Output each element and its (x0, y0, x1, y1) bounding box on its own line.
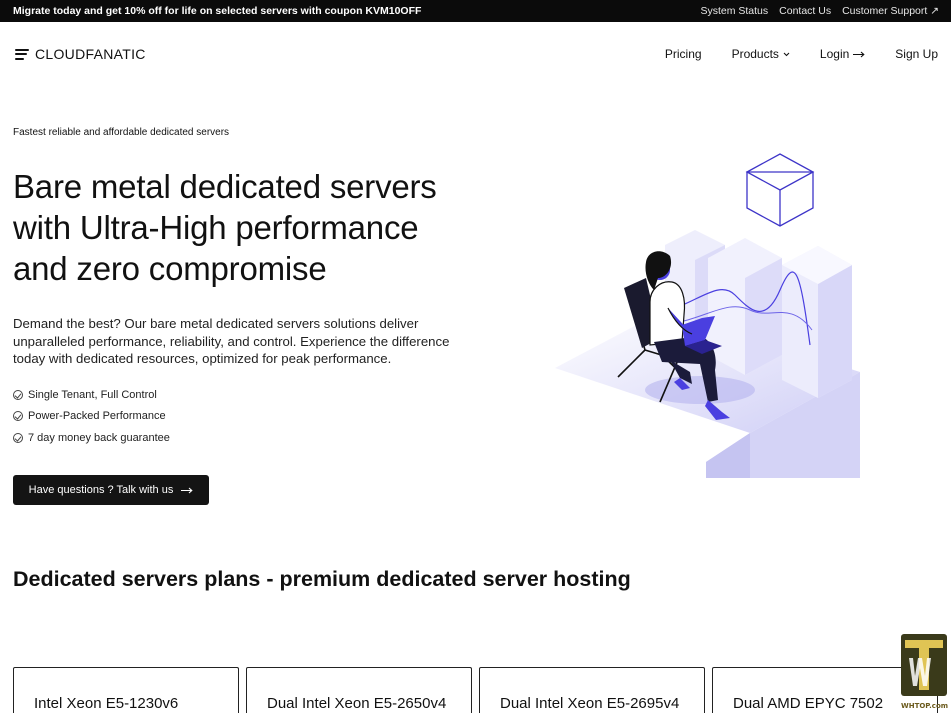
nav-menu: Pricing Products Login Sign Up (665, 47, 938, 61)
feature-label: 7 day money back guarantee (28, 431, 170, 444)
hero-description: Demand the best? Our bare metal dedicate… (13, 316, 450, 366)
plans-grid: Intel Xeon E5-1230v6 Dual Intel Xeon E5-… (13, 667, 938, 713)
check-circle-icon (13, 389, 23, 400)
feature-list: Single Tenant, Full Control Power-Packed… (13, 384, 170, 449)
plan-card[interactable]: Intel Xeon E5-1230v6 (13, 667, 239, 713)
watermark-text: WHTOP.com (901, 702, 949, 710)
nav-products-label: Products (731, 47, 779, 61)
nav-signup-label: Sign Up (895, 47, 938, 61)
promo-text: Migrate today and get 10% off for life o… (13, 5, 422, 17)
nav-pricing-label: Pricing (664, 47, 702, 61)
menu-lines-icon (15, 48, 29, 60)
plans-heading: Dedicated servers plans - premium dedica… (13, 567, 631, 591)
hero-title-line: with Ultra-High performance (13, 209, 419, 246)
system-status-link[interactable]: System Status (700, 5, 768, 17)
feature-label: Single Tenant, Full Control (28, 388, 157, 401)
main-nav: CLOUDFANATIC Pricing Products Login Sign… (0, 22, 951, 86)
plan-name: Dual Intel Xeon E5-2695v4 (500, 695, 680, 712)
nav-login-label: Login (819, 47, 850, 61)
nav-pricing[interactable]: Pricing (665, 47, 702, 61)
brand-logo[interactable]: CLOUDFANATIC (15, 46, 146, 62)
hero-illustration (555, 153, 860, 478)
feature-label: Power-Packed Performance (28, 410, 166, 423)
nav-login[interactable]: Login (820, 47, 865, 61)
nav-signup[interactable]: Sign Up (895, 47, 938, 61)
check-circle-icon (13, 411, 23, 422)
customer-support-link[interactable]: Customer Support ↗ (842, 5, 939, 17)
talk-with-us-button[interactable]: Have questions ? Talk with us (13, 475, 209, 505)
hero-title-line: Bare metal dedicated servers (13, 168, 437, 205)
hero-eyebrow: Fastest reliable and affordable dedicate… (13, 127, 230, 138)
plan-name: Dual Intel Xeon E5-2650v4 (267, 695, 447, 712)
feature-item: Power-Packed Performance (13, 406, 170, 428)
hero-title-line: and zero compromise (13, 250, 327, 287)
check-circle-icon (13, 432, 23, 443)
chevron-down-icon (783, 52, 790, 56)
plan-card[interactable]: Dual Intel Xeon E5-2695v4 (479, 667, 705, 713)
arrow-right-icon (853, 51, 865, 57)
plan-card[interactable]: Dual Intel Xeon E5-2650v4 (246, 667, 472, 713)
cta-label: Have questions ? Talk with us (28, 484, 174, 496)
nav-products[interactable]: Products (732, 47, 790, 61)
feature-item: 7 day money back guarantee (13, 427, 170, 449)
utility-links: System Status Contact Us Customer Suppor… (700, 5, 939, 17)
contact-us-link[interactable]: Contact Us (779, 5, 831, 17)
whtop-logo-icon (901, 634, 947, 696)
feature-item: Single Tenant, Full Control (13, 384, 170, 406)
plan-name: Intel Xeon E5-1230v6 (34, 695, 179, 712)
hero-title: Bare metal dedicated servers with Ultra-… (13, 166, 473, 289)
whtop-watermark: WHTOP.com (899, 632, 951, 713)
promo-bar: Migrate today and get 10% off for life o… (0, 0, 951, 22)
arrow-right-icon (181, 487, 193, 493)
brand-name: CLOUDFANATIC (35, 46, 146, 62)
plan-name: Dual AMD EPYC 7502 (733, 695, 884, 712)
